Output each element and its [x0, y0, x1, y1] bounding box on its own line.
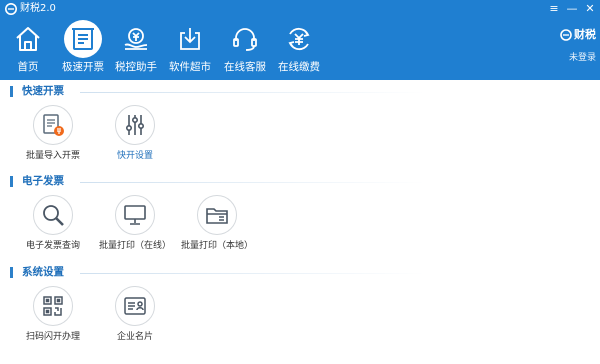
folder-icon: [197, 195, 237, 235]
download-box-icon: [171, 20, 209, 58]
item-label: 扫码闪开办理: [25, 332, 80, 342]
toolbar-software-market[interactable]: 软件超市: [167, 18, 213, 80]
section-title: 快速开票: [22, 85, 64, 97]
content-area: 快速开票 批量导入开票 快开设置 电子发票 电子发票查询 批量打印（在线） 批量…: [0, 80, 600, 364]
monitor-icon: [115, 195, 155, 235]
toolbar-online-payment[interactable]: 在线缴费: [276, 18, 322, 80]
section-title: 电子发票: [22, 175, 64, 187]
brand-area: 财税 未登录: [546, 28, 596, 72]
toolbar-software-market-label: 软件超市: [169, 61, 211, 73]
home-icon: [9, 20, 47, 58]
section-marker: [10, 86, 13, 97]
toolbar-home-label: 首页: [17, 61, 39, 73]
section-header-system-settings: 系统设置: [0, 266, 600, 280]
section-title: 系统设置: [22, 266, 64, 278]
section-divider: [80, 92, 425, 93]
minimize-button[interactable]: —: [563, 0, 581, 18]
item-batch-import-invoice[interactable]: 批量导入开票: [8, 105, 98, 165]
toolbar-home[interactable]: 首页: [8, 18, 48, 80]
brand-logo-text: 财税: [574, 28, 596, 41]
toolbar-online-service[interactable]: 在线客服: [222, 18, 268, 80]
menu-button[interactable]: ≡: [545, 0, 563, 18]
section-marker: [10, 176, 13, 187]
item-e-invoice-query[interactable]: 电子发票查询: [8, 195, 98, 255]
section-divider: [80, 273, 425, 274]
magnifier-icon: [33, 195, 73, 235]
toolbar-quick-invoice[interactable]: 极速开票: [58, 18, 108, 80]
toolbar-online-payment-label: 在线缴费: [278, 61, 320, 73]
item-business-card[interactable]: 企业名片: [90, 286, 180, 346]
settings-sliders-icon: [115, 105, 155, 145]
section-header-e-invoice: 电子发票: [0, 175, 600, 189]
yuan-refresh-icon: [280, 20, 318, 58]
item-label: 快开设置: [116, 151, 153, 161]
login-status[interactable]: 未登录: [546, 52, 596, 64]
business-card-icon: [115, 286, 155, 326]
batch-import-icon: [33, 105, 73, 145]
toolbar-online-service-label: 在线客服: [224, 61, 266, 73]
item-quick-settings[interactable]: 快开设置: [90, 105, 180, 165]
item-label: 企业名片: [116, 332, 153, 342]
brand-logo: 财税: [546, 28, 596, 42]
app-logo-icon: [5, 3, 17, 15]
item-label: 批量打印（本地）: [180, 241, 253, 251]
toolbar-quick-invoice-label: 极速开票: [62, 61, 104, 73]
window-title: 财税2.0: [20, 3, 56, 14]
item-scan-qr-handle[interactable]: 扫码闪开办理: [8, 286, 98, 346]
item-batch-print-online[interactable]: 批量打印（在线）: [90, 195, 180, 255]
toolbar-tax-assistant-label: 税控助手: [115, 61, 157, 73]
section-marker: [10, 267, 13, 278]
item-batch-print-local[interactable]: 批量打印（本地）: [172, 195, 262, 255]
invoice-icon: [64, 20, 102, 58]
tax-coin-icon: [117, 20, 155, 58]
item-label: 电子发票查询: [25, 241, 80, 251]
brand-e-icon: [560, 29, 572, 41]
section-divider: [80, 182, 425, 183]
main-toolbar: 首页 极速开票 税控助手 软件超市 在线客服 在线缴费: [0, 18, 600, 80]
app-header: 财税2.0 ≡ — ✕ 首页 极速开票 税控助手 软件超市 在线客服 在线缴费 …: [0, 0, 600, 80]
close-button[interactable]: ✕: [581, 0, 599, 18]
qr-code-icon: [33, 286, 73, 326]
title-bar[interactable]: 财税2.0 ≡ — ✕: [0, 0, 600, 18]
toolbar-tax-assistant[interactable]: 税控助手: [113, 18, 159, 80]
headset-icon: [226, 20, 264, 58]
section-header-quick-invoice: 快速开票: [0, 85, 600, 99]
item-label: 批量打印（在线）: [98, 241, 171, 251]
item-label: 批量导入开票: [25, 151, 80, 161]
